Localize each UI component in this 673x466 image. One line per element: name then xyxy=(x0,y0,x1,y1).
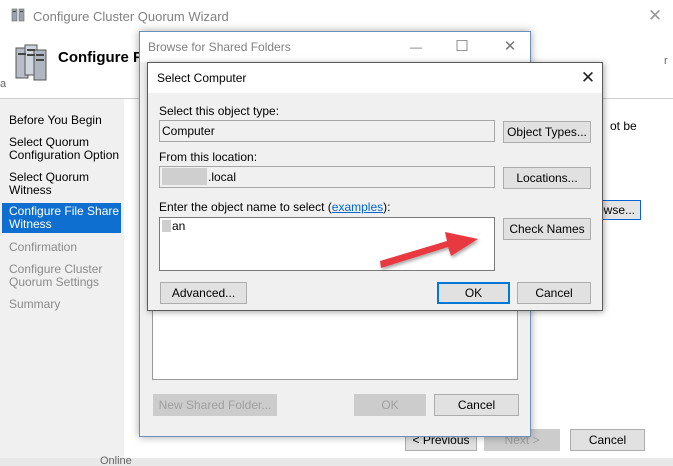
nav-step-confirmation: Confirmation xyxy=(9,240,78,254)
object-name-input[interactable] xyxy=(159,217,495,271)
examples-link[interactable]: examples xyxy=(332,200,383,214)
select-computer-cancel-button[interactable]: Cancel xyxy=(517,282,591,304)
browse-minimize-icon[interactable]: — xyxy=(404,36,428,58)
server-cluster-icon xyxy=(14,44,48,82)
redacted-domain-name xyxy=(162,168,207,185)
redacted-name-prefix xyxy=(162,220,171,232)
object-name-label-prefix: Enter the object name to select ( xyxy=(159,200,332,214)
browse-cancel-button[interactable]: Cancel xyxy=(434,394,519,416)
cluster-wizard-icon xyxy=(11,8,26,23)
location-label: From this location: xyxy=(159,150,258,164)
select-computer-ok-button[interactable]: OK xyxy=(437,282,510,304)
new-shared-folder-button: New Shared Folder... xyxy=(153,394,277,416)
nav-step-select-quorum-witness[interactable]: Select Quorum Witness xyxy=(9,171,121,197)
background-status-text: Online xyxy=(100,455,132,466)
wizard-page-title: Configure F xyxy=(58,49,143,66)
object-name-value: an xyxy=(172,219,186,233)
wizard-body-edge-text: a xyxy=(0,78,7,90)
advanced-button[interactable]: Advanced... xyxy=(160,282,247,304)
nav-step-before-you-begin[interactable]: Before You Begin xyxy=(9,114,121,127)
wizard-cancel-button[interactable]: Cancel xyxy=(570,429,645,451)
nav-step-summary: Summary xyxy=(9,297,61,311)
nav-step-select-quorum-configuration[interactable]: Select Quorum Configuration Option xyxy=(9,136,121,162)
nav-step-configure-cluster-quorum-settings: Configure Cluster Quorum Settings xyxy=(9,262,103,289)
object-name-label: Enter the object name to select (example… xyxy=(159,200,390,214)
wizard-description-fragment: ot be xyxy=(610,119,637,133)
select-computer-close-icon[interactable]: ✕ xyxy=(575,66,601,90)
location-field: .local xyxy=(159,166,495,188)
locations-button-label: Locations... xyxy=(516,171,578,185)
nav-step-configure-file-share-witness[interactable]: Configure File Share Witness xyxy=(2,203,121,233)
check-names-button[interactable]: Check Names xyxy=(503,218,591,240)
object-types-button[interactable]: Object Types... xyxy=(503,121,591,143)
locations-button[interactable]: Locations... xyxy=(503,167,591,189)
wizard-close-icon[interactable]: ✕ xyxy=(640,4,670,28)
select-computer-title: Select Computer xyxy=(157,71,247,85)
object-type-field: Computer xyxy=(159,120,495,142)
object-name-label-suffix: ): xyxy=(383,200,391,214)
browse-maximize-icon[interactable]: ☐ xyxy=(450,36,474,58)
wizard-title: Configure Cluster Quorum Wizard xyxy=(33,9,229,24)
shared-folders-list[interactable] xyxy=(152,300,518,380)
browse-dialog-title: Browse for Shared Folders xyxy=(148,40,291,54)
browse-close-icon[interactable]: ✕ xyxy=(498,36,522,58)
object-type-label: Select this object type: xyxy=(159,104,280,118)
wizard-steps-nav: Before You Begin Select Quorum Configura… xyxy=(0,99,124,466)
wizard-header-edge-text: r xyxy=(664,55,668,67)
browse-ok-button: OK xyxy=(354,394,426,416)
